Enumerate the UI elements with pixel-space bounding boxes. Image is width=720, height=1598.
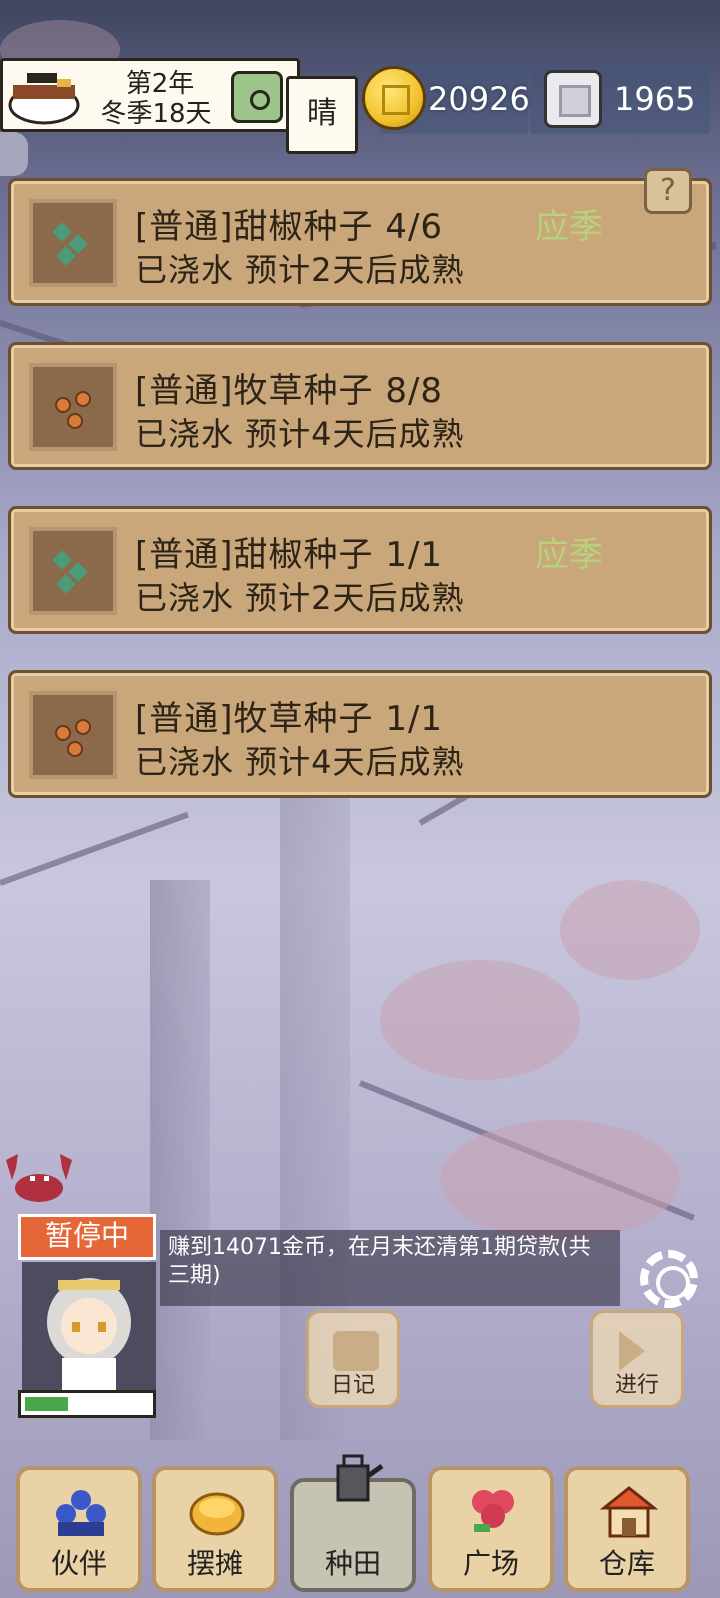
gold-coin-icon	[362, 66, 426, 130]
proceed-label: 进行	[614, 1373, 659, 1398]
crop-card[interactable]: [普通]牧草种子 1/1 已浇水 预计4天后成熟	[8, 670, 712, 798]
silver-currency-icon	[544, 70, 602, 128]
nav-warehouse[interactable]: 仓库	[564, 1466, 690, 1592]
energy-bar	[18, 1390, 156, 1418]
grass-seed-icon	[29, 691, 117, 779]
help-button[interactable]: ?	[644, 168, 692, 214]
nav-label: 伙伴	[50, 1547, 107, 1580]
nav-label: 仓库	[598, 1547, 655, 1580]
character-portrait[interactable]	[22, 1262, 156, 1390]
crop-title: [普通]牧草种子 1/1	[135, 699, 444, 739]
season-day-label: 冬季18天	[100, 99, 212, 129]
diary-icon	[333, 1331, 379, 1371]
food-bowl-icon	[8, 73, 80, 125]
crop-title: [普通]甜椒种子 1/1	[135, 535, 444, 575]
in-season-tag: 应季	[535, 535, 603, 575]
proceed-button[interactable]: 进行	[590, 1310, 684, 1408]
calendar-icon[interactable]	[231, 71, 283, 123]
pepper-seed-icon	[29, 199, 117, 287]
warehouse-icon	[600, 1486, 658, 1538]
settings-gear-icon[interactable]	[640, 1250, 698, 1308]
crop-card[interactable]: [普通]甜椒种子 1/1 应季 已浇水 预计2天后成熟	[8, 506, 712, 634]
watering-can-icon	[336, 1454, 384, 1502]
nav-companions[interactable]: 伙伴	[16, 1466, 142, 1592]
crop-card[interactable]: [普通]甜椒种子 4/6 应季 已浇水 预计2天后成熟	[8, 178, 712, 306]
crop-title: [普通]牧草种子 8/8	[135, 371, 444, 411]
in-season-tag: 应季	[535, 207, 603, 247]
nav-farming[interactable]: 种田	[290, 1454, 416, 1592]
nav-label: 种田	[324, 1547, 381, 1580]
diary-button[interactable]: 日记	[306, 1310, 400, 1408]
goal-message: 赚到14071金币，在月末还清第1期贷款(共三期)	[160, 1230, 620, 1306]
companions-icon	[56, 1490, 106, 1536]
crop-status: 已浇水 预计2天后成熟	[135, 251, 465, 289]
crop-status: 已浇水 预计4天后成熟	[135, 415, 465, 453]
paused-status-badge[interactable]: 暂停中	[18, 1214, 156, 1260]
silver-amount: 1965	[614, 80, 696, 118]
stall-icon	[189, 1492, 245, 1536]
diary-label: 日记	[330, 1373, 375, 1398]
crop-title: [普通]甜椒种子 4/6	[135, 207, 444, 247]
nav-plaza[interactable]: 广场	[428, 1466, 554, 1592]
crop-status: 已浇水 预计4天后成熟	[135, 743, 465, 781]
energy-bar-fill	[25, 1397, 68, 1411]
date-panel: 第2年 冬季18天	[0, 58, 300, 132]
gold-amount: 20926	[428, 80, 530, 118]
fast-forward-icon	[619, 1331, 645, 1371]
nav-label: 广场	[462, 1547, 519, 1580]
crab-pet-icon[interactable]	[4, 1150, 74, 1206]
side-drawer-tab[interactable]	[0, 132, 28, 176]
nav-label: 摆摊	[186, 1547, 243, 1580]
nav-stall[interactable]: 摆摊	[152, 1466, 278, 1592]
crop-status: 已浇水 预计2天后成熟	[135, 579, 465, 617]
flower-icon	[472, 1490, 514, 1532]
crop-card[interactable]: [普通]牧草种子 8/8 已浇水 预计4天后成熟	[8, 342, 712, 470]
grass-seed-icon	[29, 363, 117, 451]
weather-label: 晴	[286, 76, 358, 154]
pepper-seed-icon	[29, 527, 117, 615]
